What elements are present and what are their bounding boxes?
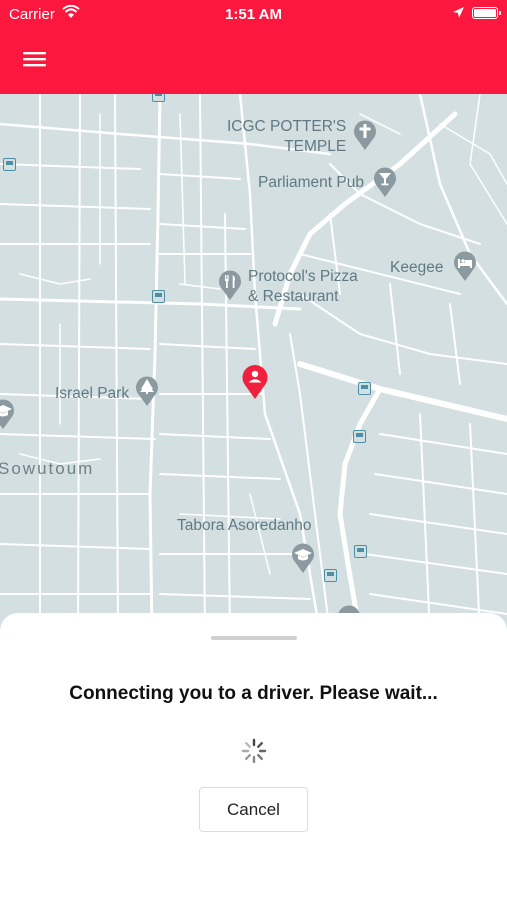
poi-label-protocols-pizza: Protocol's Pizza & Restaurant — [248, 268, 358, 305]
location-arrow-icon — [453, 7, 464, 18]
fork-knife-icon[interactable] — [217, 269, 243, 301]
user-location-pin-icon[interactable] — [240, 364, 270, 400]
bed-icon[interactable] — [452, 250, 478, 282]
bus-stop-icon[interactable] — [358, 382, 371, 395]
tree-icon[interactable] — [134, 375, 160, 407]
graduation-cap-icon[interactable] — [290, 542, 316, 574]
bus-stop-icon[interactable] — [152, 94, 165, 102]
driver-search-sheet: Connecting you to a driver. Please wait.… — [0, 613, 507, 900]
poi-label-tabora: Tabora Asoredanho — [177, 517, 312, 534]
poi-label-icgc: ICGC POTTER'S TEMPLE — [227, 118, 347, 155]
poi-label-parliament-pub: Parliament Pub — [258, 174, 364, 191]
status-bar: Carrier 1:51 AM — [0, 0, 507, 28]
cocktail-icon[interactable] — [372, 166, 398, 198]
app-bar: Carrier 1:51 AM — [0, 0, 507, 94]
cancel-button[interactable]: Cancel — [199, 787, 308, 832]
bus-stop-icon[interactable] — [152, 290, 165, 303]
poi-label-israel-park: Israel Park — [55, 385, 130, 402]
loading-spinner-icon — [241, 738, 267, 764]
menu-button[interactable] — [18, 44, 52, 74]
battery-icon — [472, 7, 501, 19]
connecting-message: Connecting you to a driver. Please wait.… — [69, 683, 438, 704]
status-time: 1:51 AM — [225, 6, 282, 23]
bus-stop-icon[interactable] — [324, 569, 337, 582]
map-view[interactable]: ICGC POTTER'S TEMPLE Parliament Pub Keeg… — [0, 94, 507, 634]
bus-stop-icon[interactable] — [354, 545, 367, 558]
bus-stop-icon[interactable] — [353, 430, 366, 443]
hamburger-icon — [23, 52, 46, 67]
bus-stop-icon[interactable] — [3, 158, 16, 171]
graduation-cap-icon[interactable] — [0, 398, 16, 430]
sheet-drag-handle[interactable] — [211, 636, 297, 640]
poi-label-keegee: Keegee — [390, 259, 444, 276]
cross-icon[interactable] — [352, 119, 378, 151]
area-label-sowutoum: Sowutoum — [0, 459, 95, 478]
